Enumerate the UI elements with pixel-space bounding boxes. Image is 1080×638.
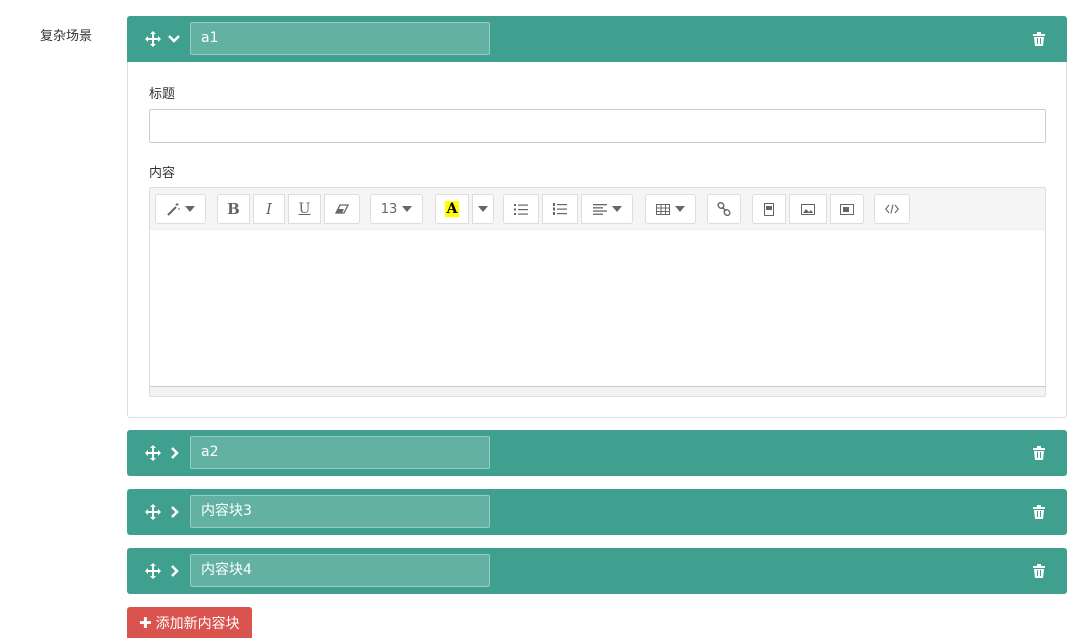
content-block-4: 内容块4 <box>127 548 1067 594</box>
move-icon[interactable] <box>145 563 161 579</box>
move-icon[interactable] <box>145 504 161 520</box>
image-icon <box>801 203 815 215</box>
block-header: 内容块3 <box>127 489 1067 535</box>
eraser-icon <box>335 204 349 214</box>
plus-icon: ✚ <box>139 613 152 632</box>
caret-down-icon <box>611 206 622 212</box>
trash-icon[interactable] <box>1033 505 1045 519</box>
underline-button[interactable]: U <box>288 194 321 224</box>
content-block-1: a1 标题 内容 B I U 13 A <box>127 16 1067 418</box>
block-header: a1 <box>127 16 1067 62</box>
editor-toolbar: B I U 13 A <box>150 188 1045 230</box>
image-portrait-icon <box>764 202 774 216</box>
editor-content-area[interactable] <box>150 230 1045 386</box>
add-block-label: 添加新内容块 <box>155 615 240 632</box>
block-title-input[interactable]: a1 <box>190 22 490 55</box>
highlight-letter: A <box>444 201 460 217</box>
style-dropdown[interactable] <box>155 194 206 224</box>
magic-wand-icon <box>166 202 179 216</box>
caret-down-icon <box>675 206 685 212</box>
chevron-right-icon[interactable] <box>167 446 181 460</box>
caret-down-icon <box>478 206 488 212</box>
add-block-button[interactable]: ✚ 添加新内容块 <box>127 607 252 638</box>
ordered-list-button[interactable] <box>542 194 578 224</box>
video-button[interactable] <box>830 194 864 224</box>
caret-down-icon <box>184 206 195 212</box>
table-dropdown[interactable] <box>645 194 696 224</box>
align-dropdown[interactable] <box>581 194 633 224</box>
rich-text-editor: B I U 13 A <box>149 187 1046 397</box>
caret-down-icon <box>402 206 413 212</box>
media-icon <box>840 203 854 215</box>
block-title-input[interactable]: 内容块3 <box>190 495 490 528</box>
chevron-right-icon[interactable] <box>167 564 181 578</box>
unordered-list-button[interactable] <box>503 194 539 224</box>
chevron-down-icon[interactable] <box>167 32 181 46</box>
trash-icon[interactable] <box>1033 32 1045 46</box>
block-title-input[interactable]: a2 <box>190 436 490 469</box>
link-icon <box>717 202 731 216</box>
ordered-list-icon <box>553 203 567 215</box>
color-dropdown[interactable] <box>472 194 494 224</box>
move-icon[interactable] <box>145 31 161 47</box>
image-upload-button[interactable] <box>789 194 827 224</box>
bold-button[interactable]: B <box>217 194 250 224</box>
content-block-2: a2 <box>127 430 1067 476</box>
content-block-3: 内容块3 <box>127 489 1067 535</box>
font-size-dropdown[interactable]: 13 <box>370 194 423 224</box>
content-label: 内容 <box>149 166 176 181</box>
chevron-right-icon[interactable] <box>167 505 181 519</box>
table-icon <box>656 203 670 215</box>
title-field[interactable] <box>149 109 1046 143</box>
font-size-value: 13 <box>380 201 398 217</box>
field-label: 复杂场景 <box>40 29 93 44</box>
image-button[interactable] <box>752 194 786 224</box>
block-header: 内容块4 <box>127 548 1067 594</box>
eraser-button[interactable] <box>324 194 360 224</box>
block-title-input[interactable]: 内容块4 <box>190 554 490 587</box>
move-icon[interactable] <box>145 445 161 461</box>
code-view-button[interactable] <box>874 194 910 224</box>
trash-icon[interactable] <box>1033 564 1045 578</box>
link-button[interactable] <box>707 194 741 224</box>
block-header: a2 <box>127 430 1067 476</box>
block-body: 标题 内容 B I U 13 A <box>127 62 1067 418</box>
text-color-button[interactable]: A <box>435 194 469 224</box>
title-label: 标题 <box>149 87 176 102</box>
editor-resize-bar[interactable] <box>150 386 1045 396</box>
align-left-icon <box>592 203 607 215</box>
italic-button[interactable]: I <box>253 194 285 224</box>
code-icon <box>885 204 899 214</box>
trash-icon[interactable] <box>1033 446 1045 460</box>
unordered-list-icon <box>514 203 528 215</box>
